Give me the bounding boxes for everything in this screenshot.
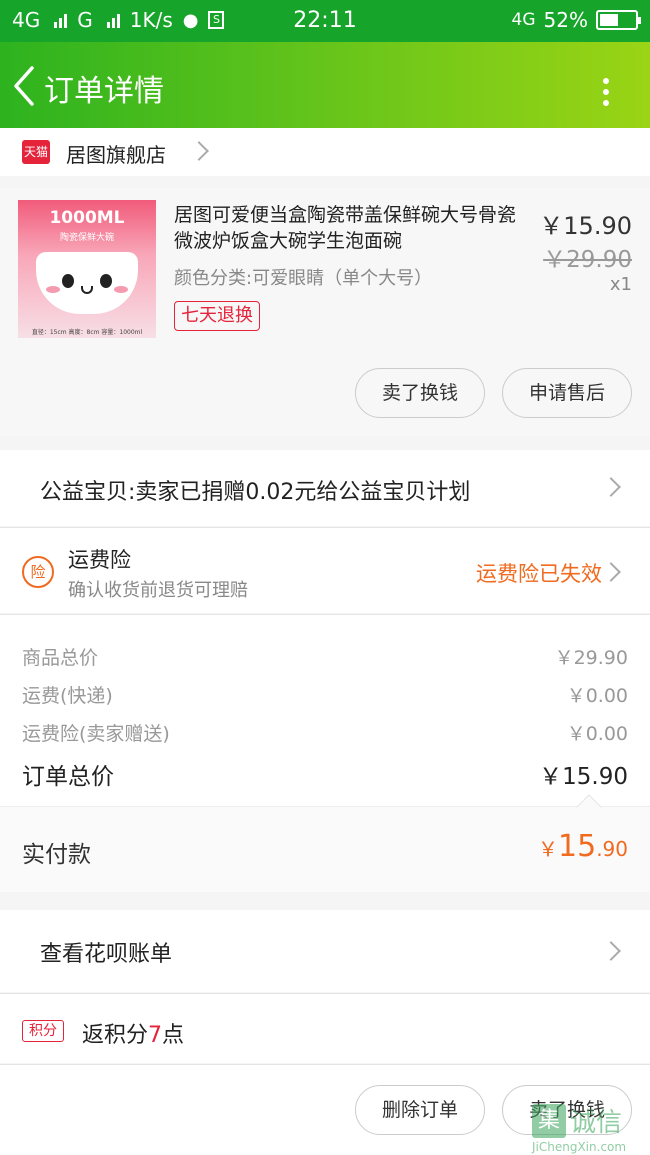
insurance-title: 运费险: [68, 548, 131, 572]
huabei-text: 查看花呗账单: [40, 942, 173, 967]
insurance-status: 运费险已失效: [476, 562, 602, 586]
paid-decimal: .90: [596, 837, 628, 861]
huabei-bill-row[interactable]: 查看花呗账单: [0, 910, 650, 992]
watermark-url: JiChengXin.com: [532, 1140, 627, 1154]
points-prefix: 返积分: [82, 1023, 149, 1048]
nav-bar: 订单详情: [0, 42, 650, 128]
charity-row[interactable]: 公益宝贝:卖家已捐赠0.02元给公益宝贝计划: [0, 450, 650, 526]
watermark-mark: 集: [532, 1104, 566, 1138]
product-quantity: x1: [609, 274, 632, 295]
return-policy-tag: 七天退换: [174, 301, 260, 331]
points-row: 积分 返积分7点: [0, 993, 650, 1063]
battery-percent: 52%: [543, 8, 588, 32]
points-suffix: 点: [162, 1023, 185, 1048]
insurance-subtitle: 确认收货前退货可理赔: [68, 580, 248, 601]
paid-label: 实付款: [22, 842, 91, 868]
shipping-insurance-row[interactable]: 险 运费险 确认收货前退货可理赔 运费险已失效: [0, 527, 650, 613]
summary-row: 商品总价 ￥29.90: [22, 643, 628, 673]
image-subtitle: 陶瓷保鲜大碗: [59, 233, 114, 243]
status-right: 4G 52%: [511, 8, 641, 32]
charity-text: 公益宝贝:卖家已捐赠0.02元给公益宝贝计划: [40, 480, 471, 505]
summary-row: 运费险(卖家赠送) ￥0.00: [22, 719, 628, 749]
paid-currency: ￥: [538, 837, 558, 861]
points-number: 7: [148, 1023, 163, 1048]
order-total-value: ￥15.90: [539, 764, 628, 790]
chevron-right-icon: [189, 141, 209, 161]
price-summary: 商品总价 ￥29.90 运费(快递) ￥0.00 运费险(卖家赠送) ￥0.00…: [0, 614, 650, 806]
tmall-logo: 天猫: [22, 140, 50, 164]
summary-label: 商品总价: [22, 647, 99, 669]
paid-integer: 15: [558, 829, 597, 864]
shop-name[interactable]: 居图旗舰店: [66, 139, 166, 168]
paid-amount: ￥15.90: [538, 829, 628, 864]
order-total-row: 订单总价 ￥15.90: [22, 757, 628, 790]
more-menu-icon[interactable]: [603, 78, 609, 111]
product-spec: 颜色分类:可爱眼睛（单个大号）: [174, 268, 433, 289]
product-price: ￥15.90: [539, 212, 632, 240]
product-card[interactable]: 1000ML 陶瓷保鲜大碗 直径：15cm 高度：8cm 容量：1000ml 居…: [0, 188, 650, 436]
summary-value: ￥29.90: [554, 647, 628, 669]
aftersale-button[interactable]: 申请售后: [502, 368, 632, 418]
watermark-logo: 集 诚信 JiChengXin.com: [532, 1098, 650, 1155]
order-total-label: 订单总价: [22, 764, 114, 790]
insurance-icon: 险: [22, 556, 54, 588]
points-text: 返积分7点: [82, 1017, 184, 1049]
summary-row: 运费(快递) ￥0.00: [22, 681, 628, 711]
summary-label: 运费(快递): [22, 685, 113, 707]
battery-icon: [596, 10, 641, 30]
status-bar: 4G G 1K/s ● S 22:11 4G 52%: [0, 0, 650, 42]
sell-button[interactable]: 卖了换钱: [355, 368, 485, 418]
points-badge: 积分: [22, 1020, 64, 1042]
chevron-right-icon: [601, 562, 621, 582]
delete-order-button[interactable]: 删除订单: [355, 1085, 485, 1135]
shop-row[interactable]: 天猫 居图旗舰店: [0, 128, 650, 176]
product-title[interactable]: 居图可爱便当盒陶瓷带盖保鲜碗大号骨瓷微波炉饭盒大碗学生泡面碗: [174, 202, 526, 254]
chevron-right-icon: [601, 477, 621, 497]
paid-amount-row: 实付款 ￥15.90: [0, 794, 650, 892]
watermark-text: 诚信: [570, 1108, 623, 1138]
image-title: 1000ML: [49, 208, 125, 228]
page-title: 订单详情: [44, 74, 164, 109]
chevron-right-icon: [601, 941, 621, 961]
bowl-illustration: [36, 252, 138, 314]
summary-value: ￥0.00: [566, 685, 628, 707]
back-arrow-icon[interactable]: [8, 64, 44, 108]
summary-label: 运费险(卖家赠送): [22, 723, 170, 745]
network-label-3: 4G: [511, 10, 536, 30]
original-price: ￥29.90: [543, 247, 632, 273]
product-image[interactable]: 1000ML 陶瓷保鲜大碗 直径：15cm 高度：8cm 容量：1000ml: [18, 200, 156, 338]
image-footer: 直径：15cm 高度：8cm 容量：1000ml: [31, 329, 143, 336]
summary-value: ￥0.00: [566, 723, 628, 745]
